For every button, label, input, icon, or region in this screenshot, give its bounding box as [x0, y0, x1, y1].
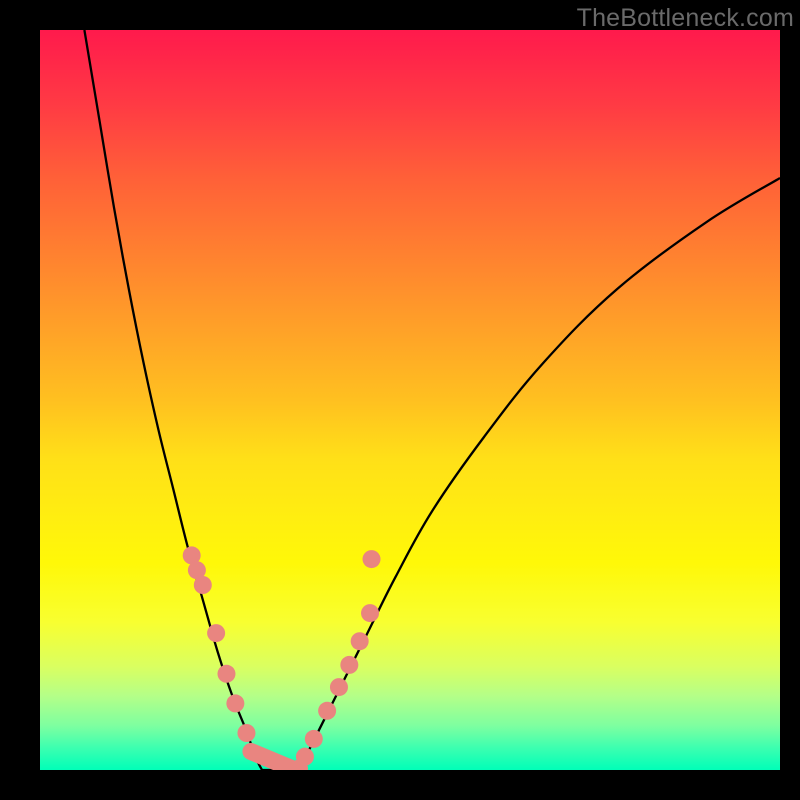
- marker-dot: [237, 724, 255, 742]
- watermark-text: TheBottleneck.com: [577, 4, 794, 33]
- marker-beads: [183, 546, 381, 770]
- marker-dot: [318, 702, 336, 720]
- marker-dot: [217, 665, 235, 683]
- marker-dot: [351, 632, 369, 650]
- chart-container: TheBottleneck.com: [0, 0, 800, 800]
- marker-dot: [330, 678, 348, 696]
- marker-dot: [305, 730, 323, 748]
- marker-dot: [340, 656, 358, 674]
- marker-dot: [194, 576, 212, 594]
- marker-dot: [361, 604, 379, 622]
- marker-dot: [207, 624, 225, 642]
- marker-dot: [363, 550, 381, 568]
- plot-area: [40, 30, 780, 770]
- curve-right-branch: [299, 178, 780, 770]
- curve-left-branch: [84, 30, 262, 770]
- curve-svg: [40, 30, 780, 770]
- marker-dot: [296, 748, 314, 766]
- marker-dot: [226, 694, 244, 712]
